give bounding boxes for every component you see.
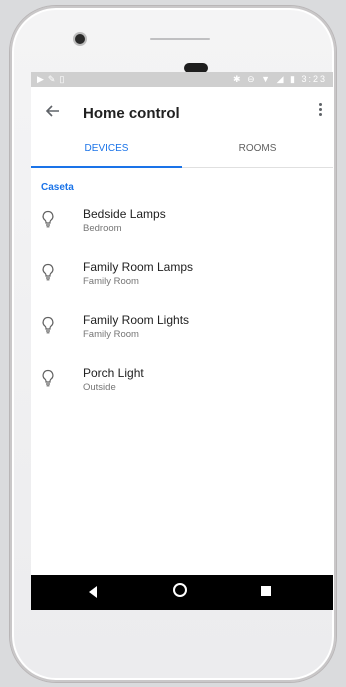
nav-back-icon[interactable] — [89, 586, 97, 598]
device-room: Family Room — [83, 276, 139, 287]
nav-recents-icon[interactable] — [261, 586, 271, 596]
tab-bar: DEVICES ROOMS — [31, 135, 333, 168]
section-title: Caseta — [41, 182, 74, 193]
tab-devices[interactable]: DEVICES — [31, 135, 182, 167]
device-name: Bedside Lamps — [83, 207, 166, 221]
device-row[interactable]: Bedside Lamps Bedroom — [31, 196, 333, 249]
battery-icon: ▮ — [290, 74, 297, 84]
signal-icon: ◢ — [276, 74, 286, 84]
page-title: Home control — [83, 105, 180, 122]
device-name: Porch Light — [83, 366, 144, 380]
lightbulb-icon — [42, 210, 54, 228]
lightbulb-icon — [42, 263, 54, 281]
front-camera — [75, 34, 85, 44]
device-name: Family Room Lamps — [83, 260, 194, 274]
device-name: Family Room Lights — [83, 313, 190, 327]
sim-icon: ▯ — [59, 74, 69, 84]
lightbulb-icon — [42, 369, 54, 387]
tab-indicator — [31, 166, 182, 168]
device-row[interactable]: Family Room Lamps Family Room — [31, 249, 333, 302]
minus-circle-icon: ⊖ — [247, 74, 257, 84]
screen: ▶✎▯ ✱ ⊖ ▼ ◢ ▮ 3:23 Home control DEVICES … — [31, 72, 333, 610]
app-bar: Home control — [31, 87, 333, 135]
status-left-icons: ▶✎▯ — [37, 74, 68, 85]
device-row[interactable]: Family Room Lights Family Room — [31, 302, 333, 355]
status-bar: ▶✎▯ ✱ ⊖ ▼ ◢ ▮ 3:23 — [31, 72, 333, 87]
navigation-bar — [31, 575, 333, 610]
tab-rooms[interactable]: ROOMS — [182, 135, 333, 167]
lightbulb-icon — [42, 316, 54, 334]
brush-icon: ✎ — [47, 74, 60, 84]
bluetooth-icon: ✱ — [233, 74, 243, 84]
device-room: Outside — [83, 382, 116, 393]
status-time: 3:23 — [301, 74, 327, 84]
device-row[interactable]: Porch Light Outside — [31, 355, 333, 408]
nav-home-icon[interactable] — [173, 583, 187, 597]
status-right-icons: ✱ ⊖ ▼ ◢ ▮ 3:23 — [233, 74, 327, 85]
notification-icon: ▶ — [37, 74, 48, 84]
device-room: Family Room — [83, 329, 139, 340]
arrow-back-icon[interactable] — [43, 101, 63, 121]
wifi-icon: ▼ — [261, 74, 273, 84]
more-vert-icon[interactable] — [317, 103, 323, 119]
speaker-grille — [150, 38, 210, 40]
device-room: Bedroom — [83, 223, 122, 234]
